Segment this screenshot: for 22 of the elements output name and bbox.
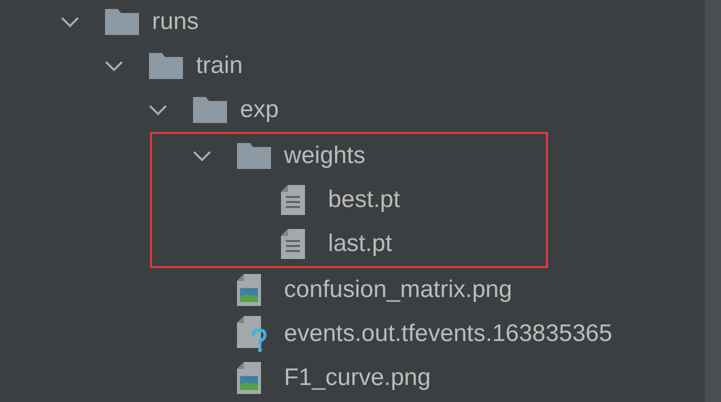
file-name[interactable]: best.pt [328,186,400,214]
folder-name[interactable]: train [196,52,243,80]
folder-name[interactable]: weights [284,142,366,170]
folder-icon [149,53,183,79]
folder-icon [105,9,139,35]
file-name[interactable]: last.pt [328,230,392,258]
chevron-down-icon[interactable] [192,150,212,162]
image-file-icon [237,362,261,394]
chevron-down-icon[interactable] [148,104,168,116]
text-file-icon [281,185,305,215]
text-file-icon [281,229,305,259]
file-name[interactable]: events.out.tfevents.163835365 [284,320,612,348]
folder-name[interactable]: runs [152,8,199,36]
chevron-down-icon[interactable] [60,16,80,28]
file-name[interactable]: confusion_matrix.png [284,276,512,304]
folder-icon [193,97,227,123]
chevron-down-icon[interactable] [104,60,124,72]
folder-name[interactable]: exp [240,96,279,124]
folder-icon [237,143,271,169]
file-name[interactable]: F1_curve.png [284,364,431,392]
image-file-icon [237,274,261,306]
unknown-file-icon [237,316,269,352]
